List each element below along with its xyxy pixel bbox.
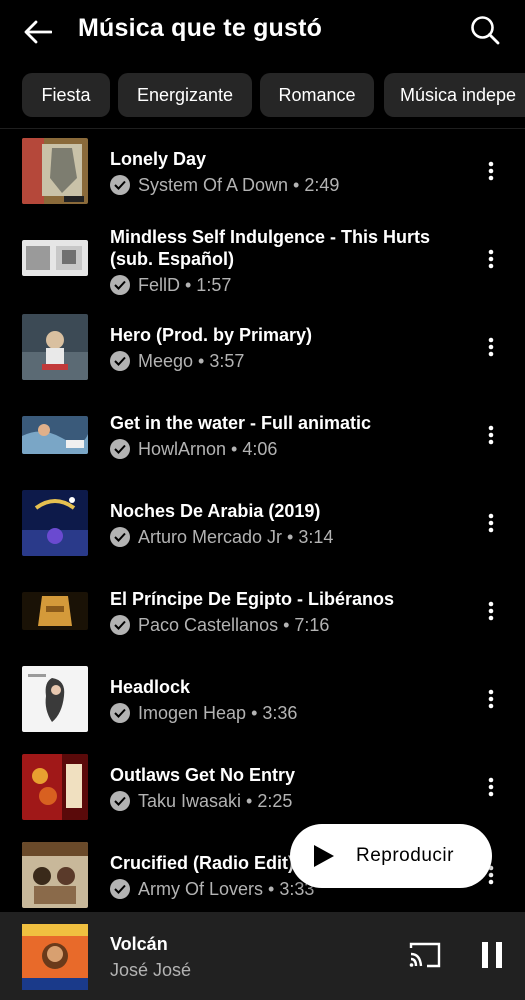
track-title: Hero (Prod. by Primary) [110, 325, 313, 345]
track-subtitle: Paco Castellanos • 7:16 [138, 615, 330, 635]
now-playing-album-art [22, 924, 88, 990]
chip-romance[interactable]: Romance [260, 73, 374, 117]
now-playing-title: Volcán [110, 934, 168, 954]
track-title: Headlock [110, 677, 191, 697]
verified-check-icon [110, 527, 130, 547]
track-row[interactable]: Mindless Self Indulgence - This Hurts (s… [0, 226, 525, 314]
more-options-icon[interactable] [479, 596, 503, 626]
album-art [22, 666, 88, 732]
verified-check-icon [110, 439, 130, 459]
verified-check-icon [110, 615, 130, 635]
track-row[interactable]: Lonely Day System Of A Down • 2:49 [0, 138, 525, 226]
top-app-bar: Música que te gustó [0, 0, 525, 64]
album-art [22, 754, 88, 820]
chip-fiesta[interactable]: Fiesta [22, 73, 110, 117]
divider [0, 128, 525, 129]
now-playing-artist: José José [110, 960, 192, 980]
verified-check-icon [110, 879, 130, 899]
verified-check-icon [110, 175, 130, 195]
album-art [22, 592, 88, 630]
verified-check-icon [110, 703, 130, 723]
more-options-icon[interactable] [479, 420, 503, 450]
chip-energizante[interactable]: Energizante [118, 73, 252, 117]
track-row[interactable]: Get in the water - Full animatic HowlArn… [0, 402, 525, 490]
track-subtitle: Taku Iwasaki • 2:25 [138, 791, 293, 811]
track-row[interactable]: El Príncipe De Egipto - Libéranos Paco C… [0, 578, 525, 666]
track-subtitle: Meego • 3:57 [138, 351, 245, 371]
track-title: El Príncipe De Egipto - Libéranos [110, 589, 395, 609]
more-options-icon[interactable] [479, 244, 503, 274]
track-subtitle: Imogen Heap • 3:36 [138, 703, 298, 723]
chip-musica-independiente[interactable]: Música indepe [384, 73, 525, 117]
arrow-back-icon[interactable] [20, 14, 56, 50]
track-subtitle: FellD • 1:57 [138, 275, 232, 295]
album-art [22, 416, 88, 454]
more-options-icon[interactable] [479, 508, 503, 538]
album-art [22, 842, 88, 908]
play-all-button[interactable]: Reproducir [290, 824, 492, 888]
page-title: Música que te gustó [78, 14, 323, 42]
app-root: Música que te gustó Fiesta Energizante R… [0, 0, 525, 1000]
track-subtitle: HowlArnon • 4:06 [138, 439, 278, 459]
search-icon[interactable] [467, 12, 503, 48]
track-title: Mindless Self Indulgence - This Hurts (s… [110, 227, 431, 269]
play-icon [314, 845, 334, 867]
more-options-icon[interactable] [479, 684, 503, 714]
track-subtitle: Army Of Lovers • 3:33 [138, 879, 315, 899]
verified-check-icon [110, 275, 130, 295]
more-options-icon[interactable] [479, 156, 503, 186]
album-art [22, 138, 88, 204]
track-title: Outlaws Get No Entry [110, 765, 296, 785]
album-art [22, 490, 88, 556]
mini-player[interactable]: Volcán José José [0, 912, 525, 1000]
track-title: Get in the water - Full animatic [110, 413, 372, 433]
mood-chips-row: Fiesta Energizante Romance Música indepe [0, 73, 525, 119]
track-subtitle: Arturo Mercado Jr • 3:14 [138, 527, 334, 547]
track-title: Noches De Arabia (2019) [110, 501, 321, 521]
verified-check-icon [110, 791, 130, 811]
track-row[interactable]: Headlock Imogen Heap • 3:36 [0, 666, 525, 754]
verified-check-icon [110, 351, 130, 371]
cast-icon[interactable] [408, 940, 442, 970]
album-art [22, 314, 88, 380]
pause-icon[interactable] [478, 940, 506, 970]
track-subtitle: System Of A Down • 2:49 [138, 175, 340, 195]
more-options-icon[interactable] [479, 332, 503, 362]
more-options-icon[interactable] [479, 772, 503, 802]
album-art [22, 240, 88, 276]
track-row[interactable]: Hero (Prod. by Primary) Meego • 3:57 [0, 314, 525, 402]
play-all-label: Reproducir [356, 845, 454, 866]
track-row[interactable]: Noches De Arabia (2019) Arturo Mercado J… [0, 490, 525, 578]
track-title: Lonely Day [110, 149, 207, 169]
